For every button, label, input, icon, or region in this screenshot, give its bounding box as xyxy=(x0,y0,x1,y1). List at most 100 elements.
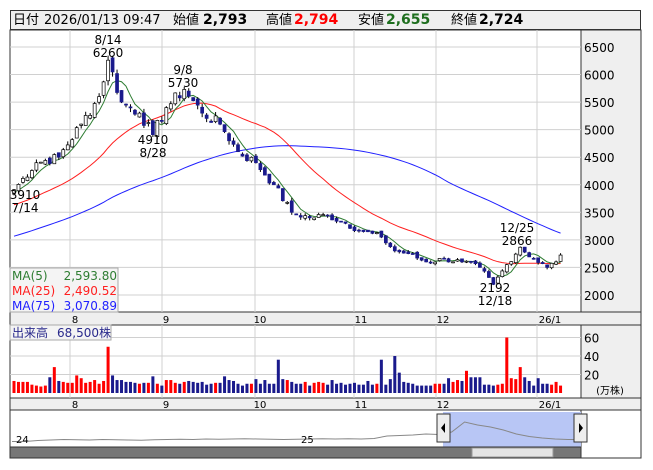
candle-down xyxy=(487,271,491,278)
volume-bar xyxy=(411,383,415,393)
candle-down xyxy=(424,258,429,263)
volume-bar xyxy=(402,381,406,393)
candle-up xyxy=(558,254,563,262)
candle-down xyxy=(177,95,182,99)
date-tick-label: 26/1 xyxy=(539,400,561,411)
candle-down xyxy=(227,133,231,142)
volume-bar xyxy=(303,381,307,393)
candle-down xyxy=(263,167,267,176)
volume-bar xyxy=(559,385,563,393)
candle-down xyxy=(186,90,191,97)
chart-svg[interactable]: 6500 6000 5500 5000 4500 4000 3500 3000 2500 2000… xyxy=(0,0,653,470)
candle-down xyxy=(379,230,384,238)
candle-down xyxy=(159,120,164,122)
volume-bar xyxy=(357,384,361,393)
candle-up xyxy=(173,92,178,105)
volume-bar xyxy=(442,383,446,393)
volume-bar xyxy=(88,381,92,393)
volume-bar xyxy=(460,380,464,393)
volume-bar xyxy=(281,379,285,393)
candle-up xyxy=(106,59,110,82)
candle-down xyxy=(428,261,433,264)
date-tick-label: 12 xyxy=(437,315,450,326)
volume-bar xyxy=(393,356,397,393)
candle-down xyxy=(276,185,281,189)
annotation-bottom: 6260 xyxy=(93,46,124,60)
candle-down xyxy=(294,213,299,216)
ma-legend-name: MA(25) xyxy=(12,284,55,298)
volume-bar xyxy=(200,381,204,393)
volume-bar xyxy=(16,381,20,393)
candle-down xyxy=(352,226,357,232)
volume-tick-label: 40 xyxy=(584,350,599,364)
price-tick-label: 5500 xyxy=(584,96,615,110)
volume-bar xyxy=(397,372,401,393)
volume-bar xyxy=(173,382,177,393)
ma-legend-value: 2,490.52 xyxy=(64,284,117,298)
annotation-bottom: 8/28 xyxy=(140,146,167,160)
candle-down xyxy=(133,109,137,115)
candle-up xyxy=(137,112,142,118)
volume-bar xyxy=(312,382,316,393)
volume-bar xyxy=(205,384,209,393)
volume-bar xyxy=(187,380,191,393)
price-tick-label: 3000 xyxy=(584,234,615,248)
volume-bar xyxy=(326,384,330,393)
candle-up xyxy=(312,217,317,220)
annotation-bottom: 12/18 xyxy=(478,294,513,308)
candle-up xyxy=(52,154,57,165)
date-tick-label: 11 xyxy=(355,400,368,411)
volume-bar xyxy=(57,380,61,393)
volume-bar xyxy=(79,378,83,393)
volume-bar xyxy=(214,382,218,393)
candle-down xyxy=(200,106,205,114)
candle-down xyxy=(124,103,128,106)
annotation-top: 8/14 xyxy=(95,33,122,47)
candle-up xyxy=(509,261,514,265)
volume-bar xyxy=(155,383,159,393)
candle-down xyxy=(56,152,61,158)
date-tick-label: 9 xyxy=(163,315,169,326)
volume-bar xyxy=(267,383,271,393)
volume-bar xyxy=(370,384,374,393)
candle-up xyxy=(182,89,187,100)
volume-bar xyxy=(514,379,518,393)
volume-tick-label: 60 xyxy=(584,332,599,346)
navigator-year-label: 25 xyxy=(301,435,314,446)
volume-bar xyxy=(137,383,141,393)
volume-bar xyxy=(321,382,325,393)
date-tick-label: 26/1 xyxy=(539,315,561,326)
volume-bar xyxy=(232,380,236,393)
volume-bar xyxy=(415,385,419,393)
volume-bar xyxy=(164,380,168,393)
candle-up xyxy=(74,127,79,139)
volume-tick-label: 20 xyxy=(584,369,599,383)
volume-bar xyxy=(258,383,262,393)
volume-bar xyxy=(527,380,531,393)
scrollbar-thumb[interactable] xyxy=(471,447,554,458)
candle-up xyxy=(97,96,101,103)
volume-bar xyxy=(375,383,379,393)
candle-down xyxy=(245,154,249,161)
volume-bar xyxy=(487,384,491,393)
candle-down xyxy=(527,252,532,258)
navigator-year-label: 24 xyxy=(16,435,29,446)
candle-down xyxy=(419,257,424,261)
price-tick-label: 3500 xyxy=(584,206,615,220)
candle-down xyxy=(536,257,541,263)
candle-down xyxy=(388,242,393,248)
volume-bar xyxy=(464,370,468,393)
ma-legend-value: 3,070.89 xyxy=(64,299,117,313)
volume-bar xyxy=(227,380,231,393)
volume-bar xyxy=(178,383,182,393)
volume-label: 出来高 xyxy=(12,325,48,340)
price-tick-label: 4500 xyxy=(584,151,615,165)
volume-bar xyxy=(160,385,164,393)
candle-down xyxy=(339,220,343,223)
candle-down xyxy=(545,264,549,268)
candle-up xyxy=(500,270,505,278)
candle-down xyxy=(415,251,420,259)
volume-bar xyxy=(84,382,88,393)
date-tick-label: 12 xyxy=(437,400,450,411)
price-tick-label: 2000 xyxy=(584,289,615,303)
